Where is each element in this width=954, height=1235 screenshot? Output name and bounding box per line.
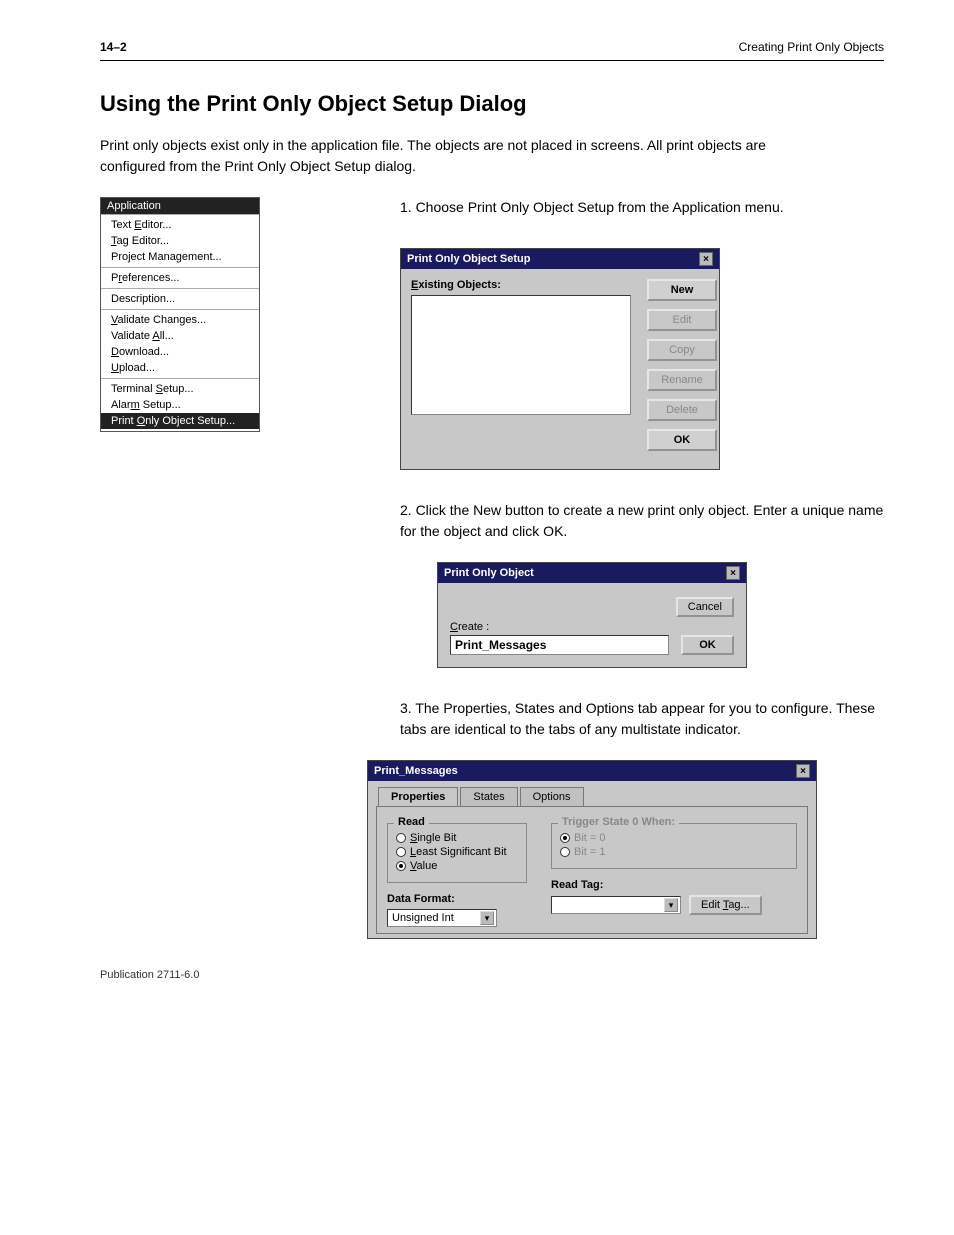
radio-bit1: Bit = 1 (560, 846, 788, 858)
read-group-label: Read (394, 816, 429, 828)
props-dialog-title: Print_Messages (374, 765, 458, 777)
menu-item-description[interactable]: Description... (101, 291, 259, 307)
create-dialog-title: Print Only Object (444, 567, 534, 579)
menu-item-upload[interactable]: Upload... (101, 360, 259, 376)
page: 14–2 Creating Print Only Objects Using t… (0, 0, 954, 1011)
menu-item-project-management[interactable]: Project Management... (101, 249, 259, 265)
menu-item-alarm-setup[interactable]: Alarm Setup... (101, 397, 259, 413)
ok-button[interactable]: OK (681, 635, 734, 655)
trigger-group: Trigger State 0 When: Bit = 0 Bit = 1 (551, 823, 797, 869)
ok-button[interactable]: OK (647, 429, 717, 451)
menu-item-print-only-object-setup[interactable]: Print Only Object Setup... (101, 413, 259, 429)
tab-options[interactable]: Options (520, 787, 584, 806)
menu-item-download[interactable]: Download... (101, 344, 259, 360)
close-icon[interactable]: × (796, 764, 810, 778)
menu-item-validate-all[interactable]: Validate All... (101, 328, 259, 344)
radio-single-bit[interactable]: Single Bit (396, 832, 518, 844)
step-1-text: 1. Choose Print Only Object Setup from t… (400, 197, 884, 218)
edit-tag-button[interactable]: Edit Tag... (689, 895, 762, 915)
new-button[interactable]: New (647, 279, 717, 301)
setup-dialog-title: Print Only Object Setup (407, 253, 530, 265)
tab-properties[interactable]: Properties (378, 787, 458, 806)
copy-button[interactable]: Copy (647, 339, 717, 361)
data-format-combo[interactable]: Unsigned Int ▾ (387, 909, 497, 927)
close-icon[interactable]: × (699, 252, 713, 266)
step-1-row: Application Text Editor... Tag Editor...… (100, 197, 884, 470)
read-tag-label: Read Tag: (551, 879, 797, 891)
step-3-text: 3. The Properties, States and Options ta… (400, 698, 884, 740)
close-icon[interactable]: × (726, 566, 740, 580)
chapter-number: 14–2 (100, 40, 127, 54)
print-messages-properties-dialog: Print_Messages × Properties States Optio… (367, 760, 817, 939)
menu-item-tag-editor[interactable]: Tag Editor... (101, 233, 259, 249)
existing-objects-list[interactable] (411, 295, 631, 415)
trigger-group-label: Trigger State 0 When: (558, 816, 679, 828)
edit-button[interactable]: Edit (647, 309, 717, 331)
radio-bit0: Bit = 0 (560, 832, 788, 844)
header-title: Creating Print Only Objects (739, 40, 884, 54)
tab-bar: Properties States Options (378, 787, 816, 806)
read-tag-combo[interactable]: ▾ (551, 896, 681, 914)
existing-objects-label: Existing Objects: (411, 279, 631, 291)
menu-item-terminal-setup[interactable]: Terminal Setup... (101, 381, 259, 397)
radio-lsb[interactable]: Least Significant Bit (396, 846, 518, 858)
create-label: Create : (450, 621, 734, 633)
tab-states[interactable]: States (460, 787, 517, 806)
menu-item-text-editor[interactable]: Text Editor... (101, 217, 259, 233)
create-name-input[interactable]: Print_Messages (450, 635, 669, 655)
page-header: 14–2 Creating Print Only Objects (100, 40, 884, 61)
read-group: Read Single Bit Least Significant Bit Va… (387, 823, 527, 883)
chevron-down-icon: ▾ (664, 898, 678, 912)
section-title: Using the Print Only Object Setup Dialog (100, 91, 884, 117)
menu-title: Application (101, 198, 259, 214)
delete-button[interactable]: Delete (647, 399, 717, 421)
menu-item-preferences[interactable]: Preferences... (101, 270, 259, 286)
footer-publication: Publication 2711-6.0 (100, 969, 884, 981)
intro-text: Print only objects exist only in the app… (100, 135, 820, 177)
radio-value[interactable]: Value (396, 860, 518, 872)
application-menu: Application Text Editor... Tag Editor...… (100, 197, 260, 432)
menu-item-validate-changes[interactable]: Validate Changes... (101, 312, 259, 328)
data-format-label: Data Format: (387, 893, 527, 905)
print-only-object-setup-dialog: Print Only Object Setup × Existing Objec… (400, 248, 720, 470)
step-2-text: 2. Click the New button to create a new … (400, 500, 884, 542)
data-format-value: Unsigned Int (392, 912, 454, 924)
rename-button[interactable]: Rename (647, 369, 717, 391)
chevron-down-icon: ▾ (480, 911, 494, 925)
cancel-button[interactable]: Cancel (676, 597, 734, 617)
print-only-object-create-dialog: Print Only Object × Cancel Create : Prin… (437, 562, 747, 668)
